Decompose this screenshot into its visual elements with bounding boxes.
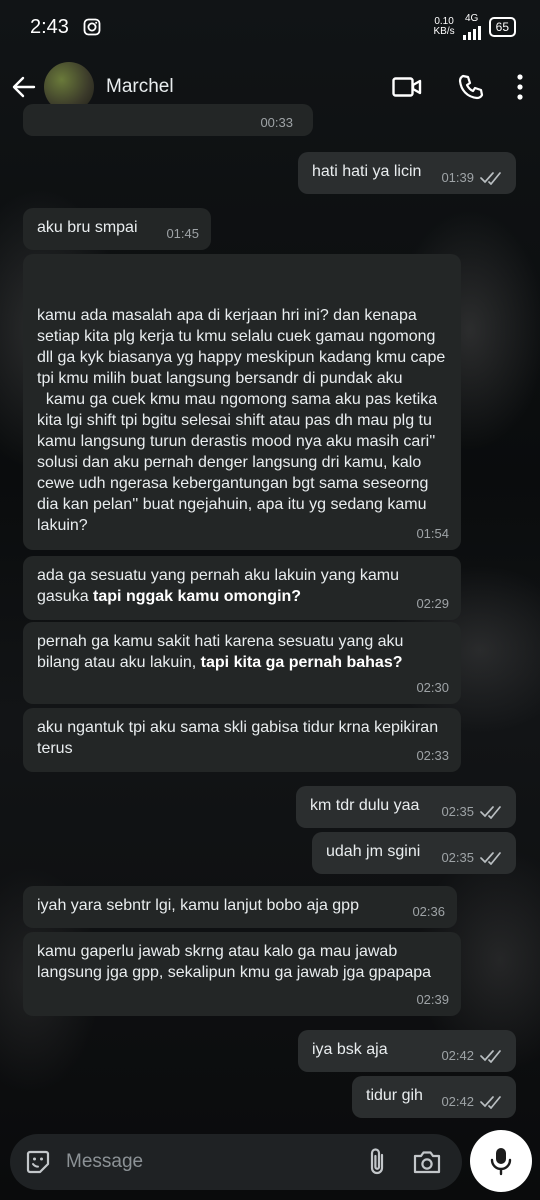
message-time: 01:39: [441, 170, 474, 185]
message-bubble-incoming[interactable]: kamu gaperlu jawab skrng atau kalo ga ma…: [23, 932, 461, 1016]
message-bubble-outgoing[interactable]: iya bsk aja 02:42: [298, 1030, 516, 1072]
message-time: 02:29: [416, 596, 449, 611]
message-time: 02:35: [441, 850, 474, 865]
message-text: pernah ga kamu sakit hati karena sesuatu…: [37, 633, 404, 671]
double-check-icon: [480, 171, 501, 185]
message-bubble-outgoing[interactable]: udah jm sgini 02:35: [312, 832, 516, 874]
message-time: 02:35: [441, 804, 474, 819]
mic-icon: [490, 1148, 512, 1176]
message-bubble-incoming[interactable]: aku ngantuk tpi aku sama skli gabisa tid…: [23, 708, 461, 772]
message-text: ada ga sesuatu yang pernah aku lakuin ya…: [37, 567, 400, 605]
message-text: iyah yara sebntr lgi, kamu lanjut bobo a…: [37, 897, 359, 914]
message-bubble-incoming[interactable]: kamu ada masalah apa di kerjaan hri ini?…: [23, 254, 461, 550]
message-text: kamu ada masalah apa di kerjaan hri ini?…: [37, 307, 446, 534]
message-bubble-outgoing[interactable]: tidur gih 02:42: [352, 1076, 516, 1118]
double-check-icon: [480, 1049, 501, 1063]
compose-bar: [10, 1134, 462, 1190]
message-input[interactable]: [64, 1150, 342, 1174]
attach-icon: [370, 1148, 384, 1175]
camera-icon: [413, 1151, 441, 1174]
message-time: 02:36: [412, 904, 445, 919]
message-time: 02:42: [441, 1048, 474, 1063]
message-time: 02:39: [416, 992, 449, 1007]
message-time: 00:33: [260, 115, 293, 130]
message-time: 01:45: [166, 226, 199, 241]
message-time: 02:33: [416, 748, 449, 763]
message-bubble-incoming[interactable]: aku bru smpai 01:45: [23, 208, 211, 250]
message-text: kamu gaperlu jawab skrng atau kalo ga ma…: [37, 943, 432, 981]
message-bubble-incoming[interactable]: iyah yara sebntr lgi, kamu lanjut bobo a…: [23, 886, 457, 928]
voice-record-button[interactable]: [470, 1130, 532, 1192]
message-time: 01:54: [416, 526, 449, 541]
message-bubble-partial[interactable]: 00:33: [23, 104, 313, 136]
sticker-icon[interactable]: [24, 1148, 52, 1176]
message-time: 02:42: [441, 1094, 474, 1109]
camera-button[interactable]: [412, 1147, 442, 1177]
double-check-icon: [480, 851, 501, 865]
message-bubble-incoming[interactable]: ada ga sesuatu yang pernah aku lakuin ya…: [23, 556, 461, 620]
message-bubble-outgoing[interactable]: km tdr dulu yaa 02:35: [296, 786, 516, 828]
message-text: aku ngantuk tpi aku sama skli gabisa tid…: [37, 719, 439, 757]
message-list[interactable]: 00:33 hati hati ya licin 01:39 aku bru s…: [0, 0, 540, 1200]
double-check-icon: [480, 1095, 501, 1109]
attach-button[interactable]: [362, 1147, 392, 1177]
double-check-icon: [480, 805, 501, 819]
message-time: 02:30: [416, 680, 449, 695]
message-bubble-incoming[interactable]: pernah ga kamu sakit hati karena sesuatu…: [23, 622, 461, 704]
message-bubble-outgoing[interactable]: hati hati ya licin 01:39: [298, 152, 516, 194]
